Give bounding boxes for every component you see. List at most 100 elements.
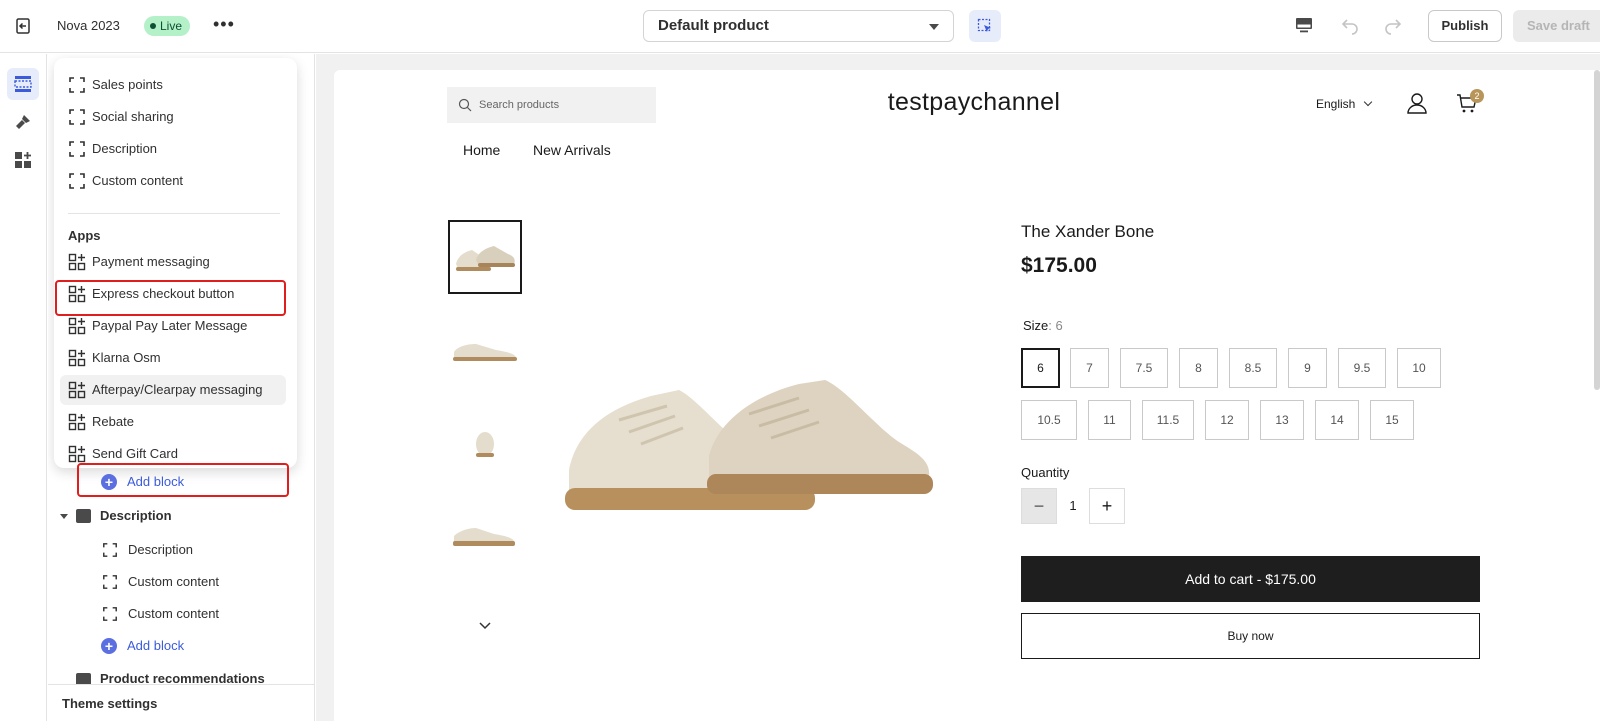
live-badge: Live	[144, 16, 191, 36]
search-input[interactable]: Search products	[447, 87, 656, 123]
chevron-down-icon	[929, 24, 939, 30]
sections-icon	[14, 76, 32, 92]
size-option[interactable]: 6	[1021, 348, 1060, 388]
preview-scrollbar[interactable]	[1594, 70, 1600, 390]
size-option[interactable]: 12	[1205, 400, 1249, 440]
apps-icon	[15, 152, 31, 168]
app-block-icon	[68, 317, 86, 335]
desktop-preview-icon[interactable]	[1294, 15, 1314, 35]
product-thumbnail[interactable]	[448, 316, 522, 390]
product-price: $175.00	[1021, 254, 1097, 277]
size-option[interactable]: 13	[1260, 400, 1304, 440]
dashed-block-icon	[69, 173, 85, 189]
section-label: Product recommendations	[100, 671, 265, 684]
app-option-label: Send Gift Card	[92, 446, 178, 461]
dashed-block-icon	[69, 77, 85, 93]
top-bar: Nova 2023 Live ••• Default product Publi…	[0, 0, 1600, 53]
inspector-toggle-button[interactable]	[969, 10, 1001, 42]
section-description[interactable]: Description	[58, 502, 172, 530]
app-block-icon	[68, 445, 86, 463]
block-description[interactable]: Description	[102, 536, 193, 564]
app-option-afterpay-clearpay[interactable]: Afterpay/Clearpay messaging	[60, 375, 286, 405]
app-block-icon	[68, 381, 86, 399]
live-dot-icon	[150, 23, 156, 29]
size-option[interactable]: 7.5	[1120, 348, 1168, 388]
language-selector[interactable]: English	[1316, 97, 1373, 111]
app-option-rebate[interactable]: Rebate	[60, 407, 286, 437]
undo-icon[interactable]	[1340, 15, 1360, 35]
store-logo-text[interactable]: testpaychannel	[834, 88, 1114, 117]
app-option-label: Klarna Osm	[92, 350, 161, 365]
block-custom-content[interactable]: Custom content	[102, 568, 219, 596]
redo-icon[interactable]	[1383, 15, 1403, 35]
shoe-pair-image	[456, 246, 515, 271]
sections-tab[interactable]	[7, 68, 39, 100]
block-option-social-sharing[interactable]: Social sharing	[60, 102, 286, 132]
left-rail	[0, 54, 47, 721]
product-thumbnail[interactable]	[448, 220, 522, 294]
block-option-label: Custom content	[92, 173, 184, 188]
size-option[interactable]: 7	[1070, 348, 1109, 388]
size-option[interactable]: 8	[1179, 348, 1218, 388]
block-label: Custom content	[128, 606, 220, 621]
buy-now-button[interactable]: Buy now	[1021, 613, 1480, 659]
highlight-express-checkout	[55, 280, 286, 316]
inspector-icon	[977, 18, 991, 32]
product-title: The Xander Bone	[1021, 222, 1155, 241]
section-product-recommendations[interactable]: Product recommendations	[58, 666, 265, 684]
publish-button[interactable]: Publish	[1428, 10, 1502, 42]
block-label: Description	[128, 542, 194, 557]
theme-settings-link[interactable]: Theme settings	[62, 696, 157, 711]
size-option[interactable]: 10.5	[1021, 400, 1077, 440]
block-label: Custom content	[128, 574, 220, 589]
size-selected-value: : 6	[1048, 318, 1063, 333]
app-option-klarna-osm[interactable]: Klarna Osm	[60, 343, 286, 373]
product-thumbnail[interactable]	[448, 408, 522, 482]
live-badge-label: Live	[160, 19, 183, 33]
shoe-front-image	[476, 432, 494, 457]
app-block-icon	[68, 413, 86, 431]
nav-link-new-arrivals[interactable]: New Arrivals	[533, 142, 611, 158]
size-option[interactable]: 9.5	[1338, 348, 1386, 388]
quantity-input[interactable]: 1	[1057, 488, 1089, 524]
app-option-payment-messaging[interactable]: Payment messaging	[60, 247, 286, 277]
size-label: Size: 6	[1023, 318, 1063, 333]
apps-tab[interactable]	[7, 144, 39, 176]
paintbrush-icon	[16, 115, 30, 129]
size-option[interactable]: 11.5	[1142, 400, 1194, 440]
template-selector[interactable]: Default product	[643, 10, 954, 42]
section-icon	[76, 673, 91, 684]
quantity-increase-button[interactable]: +	[1089, 488, 1125, 524]
divider	[68, 213, 280, 214]
size-option[interactable]: 9	[1288, 348, 1327, 388]
block-custom-content[interactable]: Custom content	[102, 600, 219, 628]
quantity-decrease-button[interactable]: −	[1021, 488, 1057, 524]
chevron-down-icon[interactable]	[477, 618, 493, 634]
block-option-custom-content[interactable]: Custom content	[60, 166, 286, 196]
size-option[interactable]: 11	[1088, 400, 1131, 440]
product-thumbnail[interactable]	[448, 500, 522, 574]
storefront-preview: Search products testpaychannel English 2…	[334, 70, 1600, 721]
chevron-down-icon	[1364, 97, 1373, 107]
app-option-label: Afterpay/Clearpay messaging	[92, 382, 263, 397]
add-to-cart-button[interactable]: Add to cart - $175.00	[1021, 556, 1480, 602]
product-main-image[interactable]	[559, 360, 939, 540]
account-icon[interactable]	[1406, 92, 1428, 114]
nav-link-home[interactable]: Home	[463, 142, 500, 158]
size-option[interactable]: 15	[1370, 400, 1414, 440]
add-block-popover: Sales points Social sharing Description …	[54, 58, 297, 468]
block-option-sales-points[interactable]: Sales points	[60, 70, 286, 100]
app-block-icon	[68, 253, 86, 271]
add-block-button[interactable]: + Add block	[101, 632, 184, 660]
app-block-icon	[68, 349, 86, 367]
theme-settings-tab[interactable]	[7, 106, 39, 138]
size-option[interactable]: 8.5	[1229, 348, 1277, 388]
block-option-description[interactable]: Description	[60, 134, 286, 164]
more-actions-button[interactable]: •••	[213, 14, 235, 34]
exit-icon[interactable]	[14, 16, 34, 36]
size-option[interactable]: 10	[1397, 348, 1441, 388]
size-option[interactable]: 14	[1315, 400, 1359, 440]
dashed-block-icon	[69, 109, 85, 125]
save-draft-button[interactable]: Save draft	[1513, 10, 1600, 42]
app-option-label: Rebate	[92, 414, 134, 429]
